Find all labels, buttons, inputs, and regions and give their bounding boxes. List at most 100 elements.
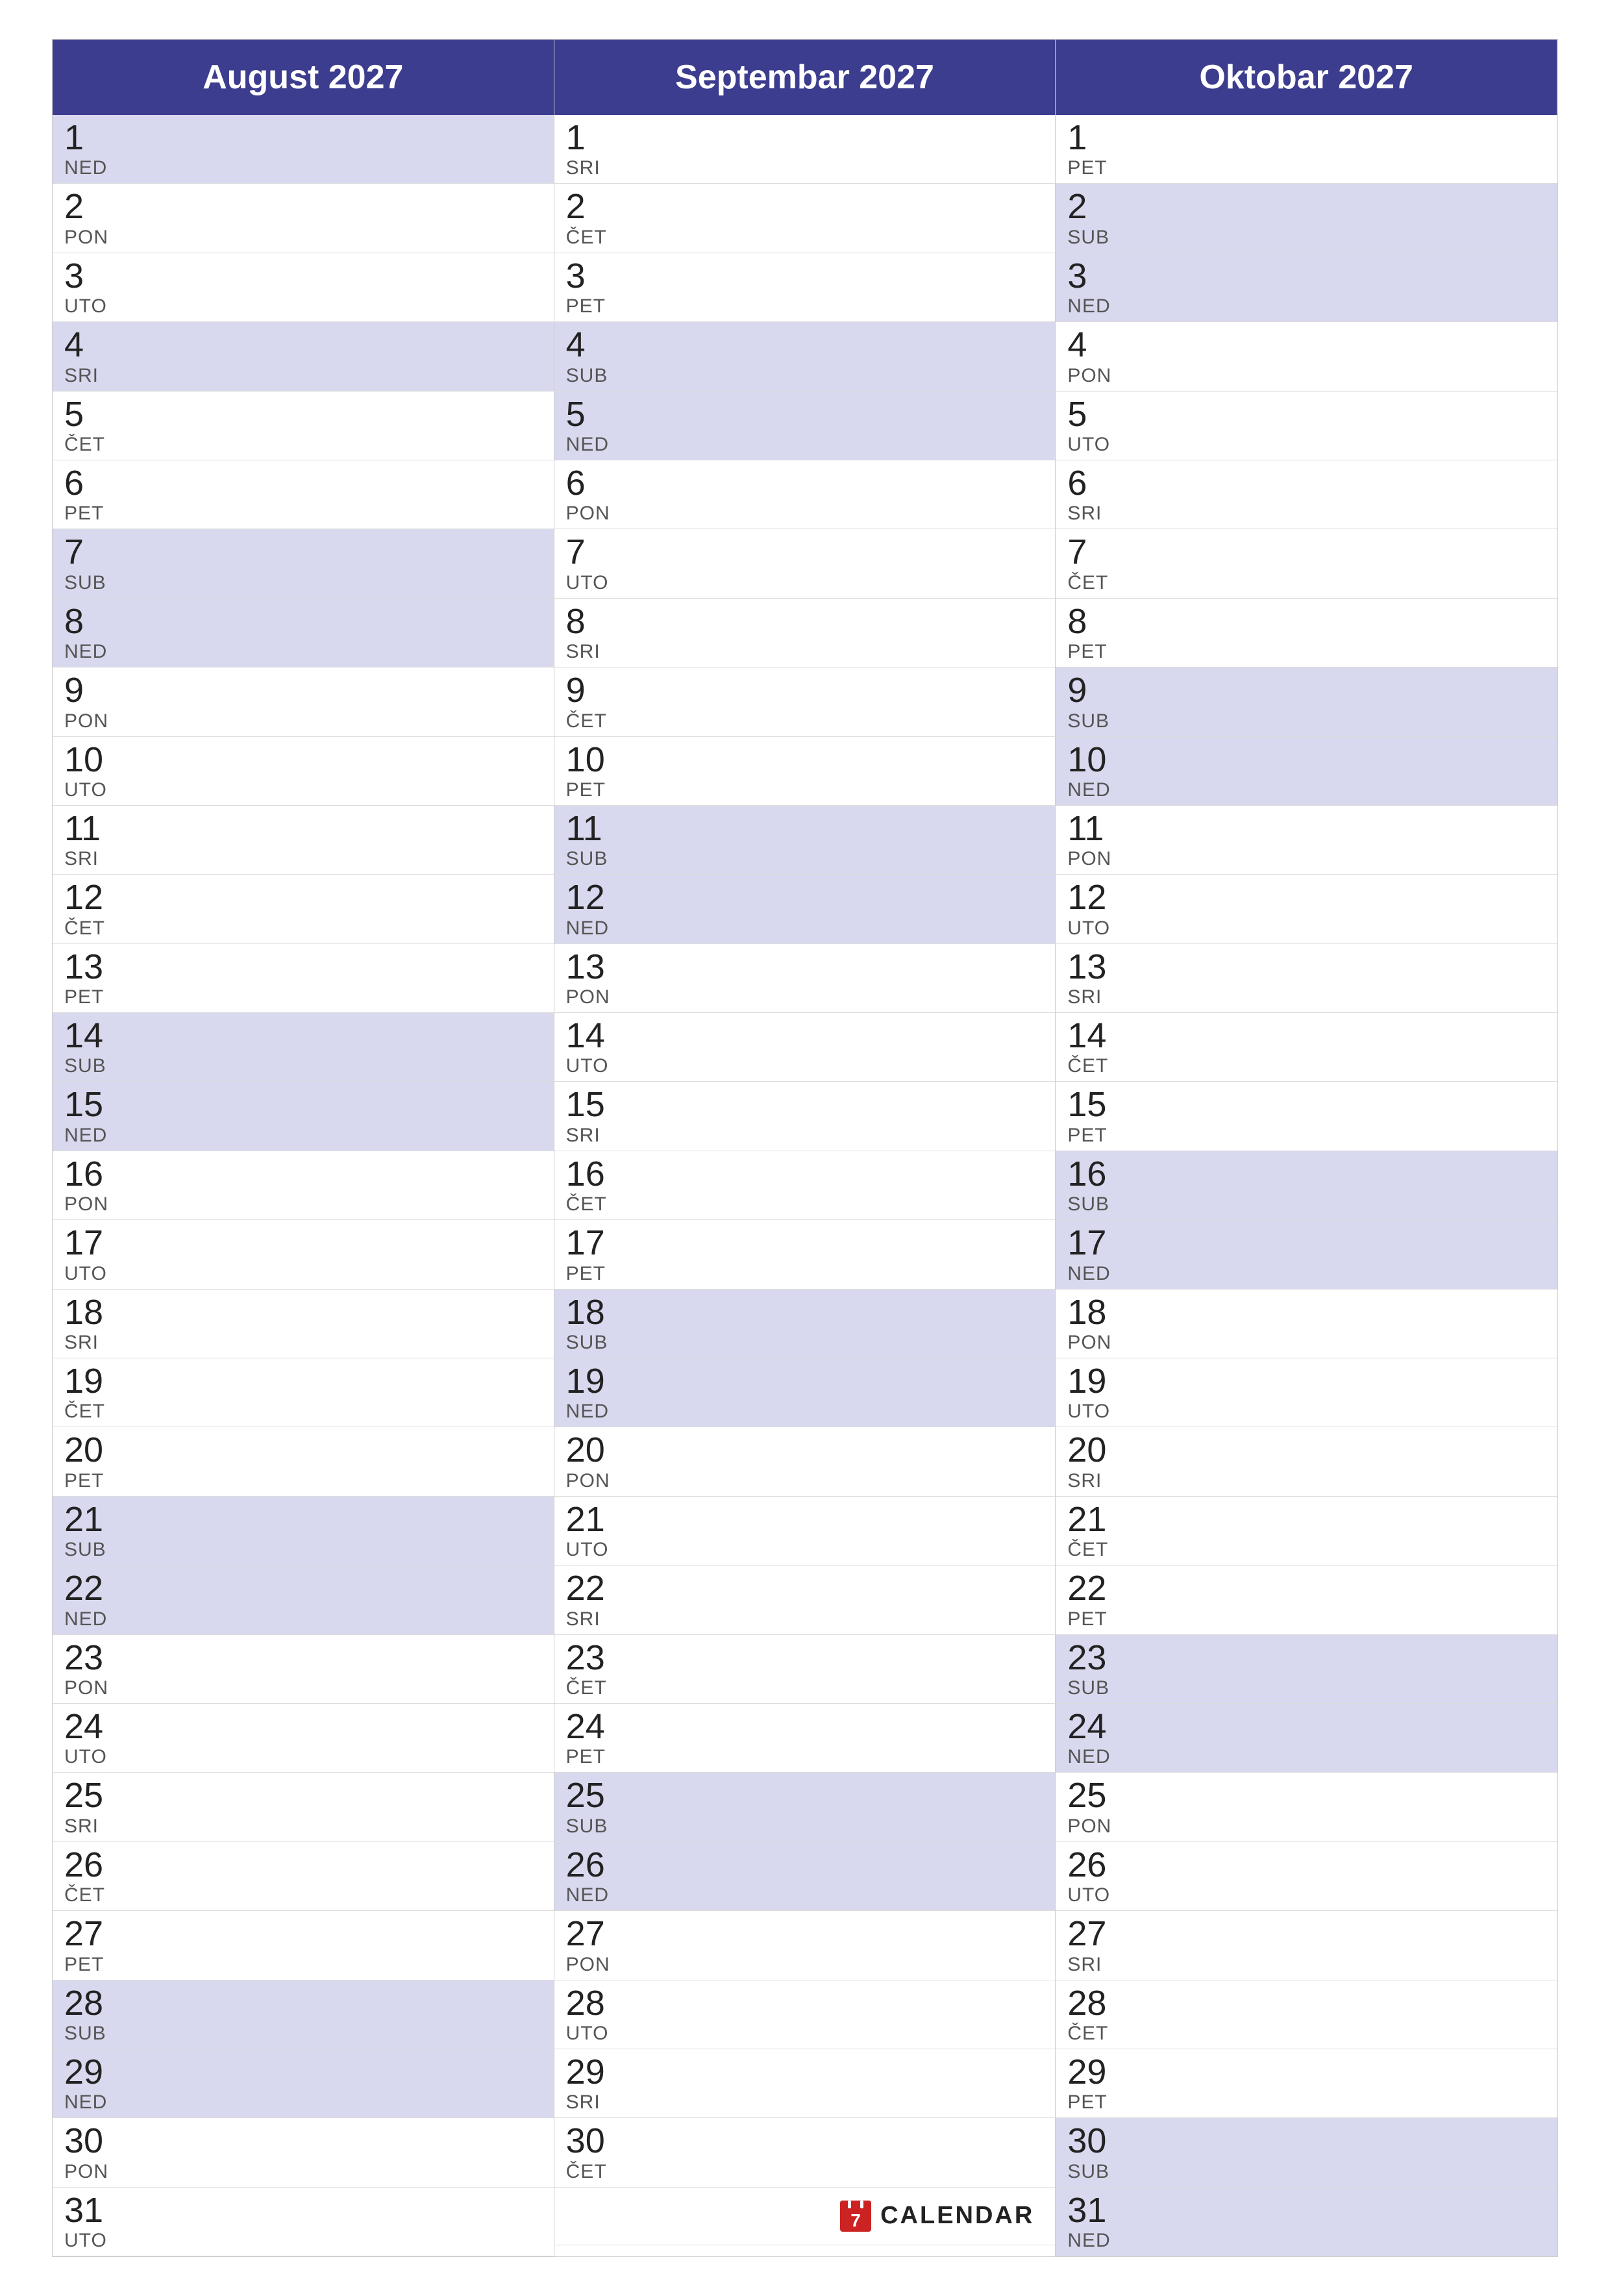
day-cell: 7UTO xyxy=(554,529,1056,598)
day-name: PET xyxy=(566,295,1044,318)
day-cell: 19ČET xyxy=(53,1358,554,1427)
september-days-column: 1SRI2ČET3PET4SUB5NED6PON7UTO8SRI9ČET10PE… xyxy=(554,115,1056,2256)
day-name: NED xyxy=(566,1884,1044,1906)
day-name: SUB xyxy=(566,1332,1044,1354)
day-cell: 5ČET xyxy=(53,392,554,460)
day-cell: 6SRI xyxy=(1056,460,1557,529)
day-name: UTO xyxy=(566,1055,1044,1077)
day-number: 12 xyxy=(1067,879,1546,917)
day-number: 21 xyxy=(64,1501,542,1539)
day-number: 4 xyxy=(64,326,542,364)
day-number: 7 xyxy=(1067,533,1546,571)
day-number: 26 xyxy=(64,1846,542,1884)
day-number: 2 xyxy=(64,188,542,226)
day-cell: 4SRI xyxy=(53,322,554,391)
day-name: PON xyxy=(1067,1816,1546,1838)
day-cell: 11SRI xyxy=(53,806,554,875)
day-cell: 14SUB xyxy=(53,1013,554,1082)
day-number: 1 xyxy=(566,119,1044,157)
day-cell: 25SUB xyxy=(554,1773,1056,1841)
day-number: 29 xyxy=(1067,2053,1546,2091)
day-number: 3 xyxy=(1067,257,1546,295)
day-cell: 2ČET xyxy=(554,184,1056,253)
day-number: 4 xyxy=(1067,326,1546,364)
day-cell: 11PON xyxy=(1056,806,1557,875)
day-name: PET xyxy=(1067,1125,1546,1147)
day-number: 30 xyxy=(64,2122,542,2160)
day-name: PET xyxy=(566,1746,1044,1768)
day-name: SRI xyxy=(566,1608,1044,1630)
day-cell: 2PON xyxy=(53,184,554,253)
day-number: 23 xyxy=(566,1639,1044,1677)
day-cell: 4SUB xyxy=(554,322,1056,391)
day-cell: 25PON xyxy=(1056,1773,1557,1841)
month-header-october: Oktobar 2027 xyxy=(1056,40,1557,115)
day-cell: 15PET xyxy=(1056,1082,1557,1151)
day-cell: 6PET xyxy=(53,460,554,529)
day-number: 24 xyxy=(64,1708,542,1746)
day-cell: 28SUB xyxy=(53,1980,554,2049)
day-name: PON xyxy=(566,503,1044,525)
day-name: ČET xyxy=(1067,1539,1546,1561)
day-number: 18 xyxy=(1067,1293,1546,1332)
day-cell: 23PON xyxy=(53,1635,554,1704)
day-number: 20 xyxy=(1067,1431,1546,1469)
day-cell: 16ČET xyxy=(554,1151,1056,1220)
day-cell: 30SUB xyxy=(1056,2118,1557,2187)
day-name: SUB xyxy=(64,2023,542,2045)
day-name: UTO xyxy=(64,2230,542,2252)
day-name: SUB xyxy=(566,848,1044,870)
day-number: 15 xyxy=(64,1086,542,1124)
day-cell: 18SRI xyxy=(53,1290,554,1358)
day-name: ČET xyxy=(566,2161,1044,2183)
day-name: NED xyxy=(1067,779,1546,801)
day-name: NED xyxy=(1067,1263,1546,1285)
day-name: PET xyxy=(64,1470,542,1492)
day-number: 9 xyxy=(566,671,1044,710)
day-cell: 21SUB xyxy=(53,1497,554,1566)
day-number: 3 xyxy=(566,257,1044,295)
day-cell: 5NED xyxy=(554,392,1056,460)
day-number: 11 xyxy=(1067,810,1546,848)
day-number: 7 xyxy=(566,533,1044,571)
day-number: 29 xyxy=(64,2053,542,2091)
day-number: 14 xyxy=(566,1017,1044,1055)
day-name: NED xyxy=(566,1401,1044,1423)
day-name: PON xyxy=(566,1470,1044,1492)
day-name: SRI xyxy=(1067,986,1546,1008)
day-cell: 12NED xyxy=(554,875,1056,943)
day-name: SUB xyxy=(1067,1677,1546,1699)
day-cell: 10NED xyxy=(1056,737,1557,806)
day-number: 2 xyxy=(566,188,1044,226)
day-cell: 27SRI xyxy=(1056,1911,1557,1980)
day-number: 17 xyxy=(566,1224,1044,1262)
day-name: PET xyxy=(1067,641,1546,663)
calendar-wrapper: August 2027 Septembar 2027 Oktobar 2027 … xyxy=(52,39,1558,2257)
day-number: 3 xyxy=(64,257,542,295)
day-name: SUB xyxy=(1067,1193,1546,1216)
day-cell: 28ČET xyxy=(1056,1980,1557,2049)
day-cell: 29NED xyxy=(53,2049,554,2118)
logo: 7 CALENDAR xyxy=(839,2199,1034,2233)
day-cell: 24PET xyxy=(554,1704,1056,1773)
day-name: UTO xyxy=(1067,434,1546,456)
day-cell: 1PET xyxy=(1056,115,1557,184)
day-number: 23 xyxy=(1067,1639,1546,1677)
day-number: 10 xyxy=(566,741,1044,779)
day-number: 6 xyxy=(1067,464,1546,503)
day-number: 13 xyxy=(64,948,542,986)
day-name: PET xyxy=(1067,1608,1546,1630)
month-header-august: August 2027 xyxy=(53,40,554,115)
day-number: 30 xyxy=(566,2122,1044,2160)
day-number: 5 xyxy=(1067,395,1546,434)
month-header-september: Septembar 2027 xyxy=(554,40,1056,115)
day-number: 9 xyxy=(1067,671,1546,710)
august-days-column: 1NED2PON3UTO4SRI5ČET6PET7SUB8NED9PON10UT… xyxy=(53,115,554,2256)
day-cell: 10UTO xyxy=(53,737,554,806)
day-name: SRI xyxy=(64,1816,542,1838)
day-cell: 18PON xyxy=(1056,1290,1557,1358)
day-number: 17 xyxy=(1067,1224,1546,1262)
day-number: 24 xyxy=(1067,1708,1546,1746)
day-cell: 13PON xyxy=(554,944,1056,1013)
day-cell: 21UTO xyxy=(554,1497,1056,1566)
